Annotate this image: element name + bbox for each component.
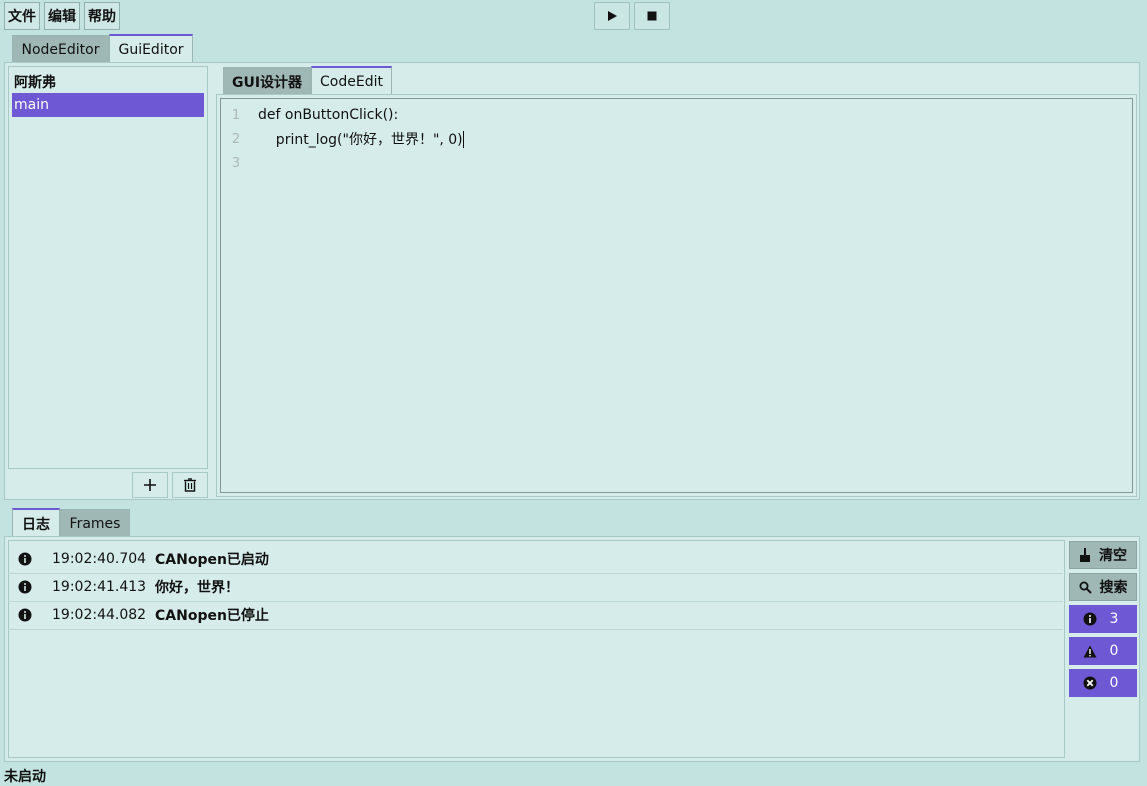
info-icon	[10, 608, 40, 622]
search-button[interactable]: 搜索	[1069, 573, 1137, 601]
add-button[interactable]	[132, 472, 168, 498]
text-cursor	[462, 130, 464, 148]
play-icon	[608, 11, 617, 21]
tab-frames[interactable]: Frames	[60, 509, 130, 537]
code-editor[interactable]: 1 def onButtonClick(): 2 print_log("你好，世…	[220, 98, 1133, 493]
delete-button[interactable]	[172, 472, 208, 498]
line-number: 1	[231, 107, 241, 123]
tree-panel	[8, 66, 208, 469]
tree-item-main[interactable]: main	[12, 93, 204, 117]
error-count: 0	[1109, 675, 1119, 691]
info-count: 3	[1109, 611, 1119, 627]
plus-icon	[144, 479, 156, 491]
code-line: 1 def onButtonClick():	[221, 103, 398, 127]
tab-node-editor[interactable]: NodeEditor	[12, 35, 109, 63]
tab-code-edit[interactable]: CodeEdit	[311, 66, 392, 95]
menu-help[interactable]: 帮助	[84, 2, 120, 30]
warning-filter-button[interactable]: 0	[1069, 637, 1137, 665]
search-label: 搜索	[1099, 580, 1128, 596]
run-button[interactable]	[594, 2, 630, 30]
log-row[interactable]: 19:02:44.082 CANopen已停止	[8, 601, 1063, 630]
info-icon	[10, 580, 40, 594]
line-number: 2	[231, 131, 241, 147]
log-time: 19:02:41.413	[52, 579, 147, 595]
log-time: 19:02:40.704	[52, 551, 147, 567]
info-icon	[1083, 612, 1097, 626]
menu-edit[interactable]: 编辑	[44, 2, 80, 30]
warning-icon	[1083, 645, 1097, 657]
code-line: 3	[221, 151, 258, 175]
tab-log[interactable]: 日志	[12, 508, 60, 537]
error-icon	[1083, 676, 1097, 690]
log-row[interactable]: 19:02:40.704 CANopen已启动	[8, 545, 1063, 574]
stop-icon	[647, 11, 657, 21]
trash-icon	[184, 478, 196, 492]
log-time: 19:02:44.082	[52, 607, 147, 623]
code-text: print_log("你好，世界！", 0)	[258, 132, 463, 148]
error-filter-button[interactable]: 0	[1069, 669, 1137, 697]
tree-root[interactable]: 阿斯弗	[12, 70, 204, 94]
log-row[interactable]: 19:02:41.413 你好，世界！	[8, 573, 1063, 602]
code-line: 2 print_log("你好，世界！", 0)	[221, 127, 464, 151]
search-icon	[1079, 581, 1092, 594]
line-number: 3	[231, 155, 241, 171]
broom-icon	[1080, 548, 1090, 562]
log-message: CANopen已启动	[155, 552, 269, 568]
tab-gui-editor[interactable]: GuiEditor	[109, 34, 193, 63]
clear-button[interactable]: 清空	[1069, 541, 1137, 569]
tab-gui-designer[interactable]: GUI设计器	[223, 67, 311, 95]
log-message: 你好，世界！	[155, 580, 239, 596]
code-text: def onButtonClick():	[258, 107, 399, 123]
info-icon	[10, 552, 40, 566]
warning-count: 0	[1109, 643, 1119, 659]
clear-label: 清空	[1099, 548, 1127, 564]
status-text: 未启动	[4, 769, 46, 785]
info-filter-button[interactable]: 3	[1069, 605, 1137, 633]
stop-button[interactable]	[634, 2, 670, 30]
log-message: CANopen已停止	[155, 608, 269, 624]
menu-file[interactable]: 文件	[4, 2, 40, 30]
